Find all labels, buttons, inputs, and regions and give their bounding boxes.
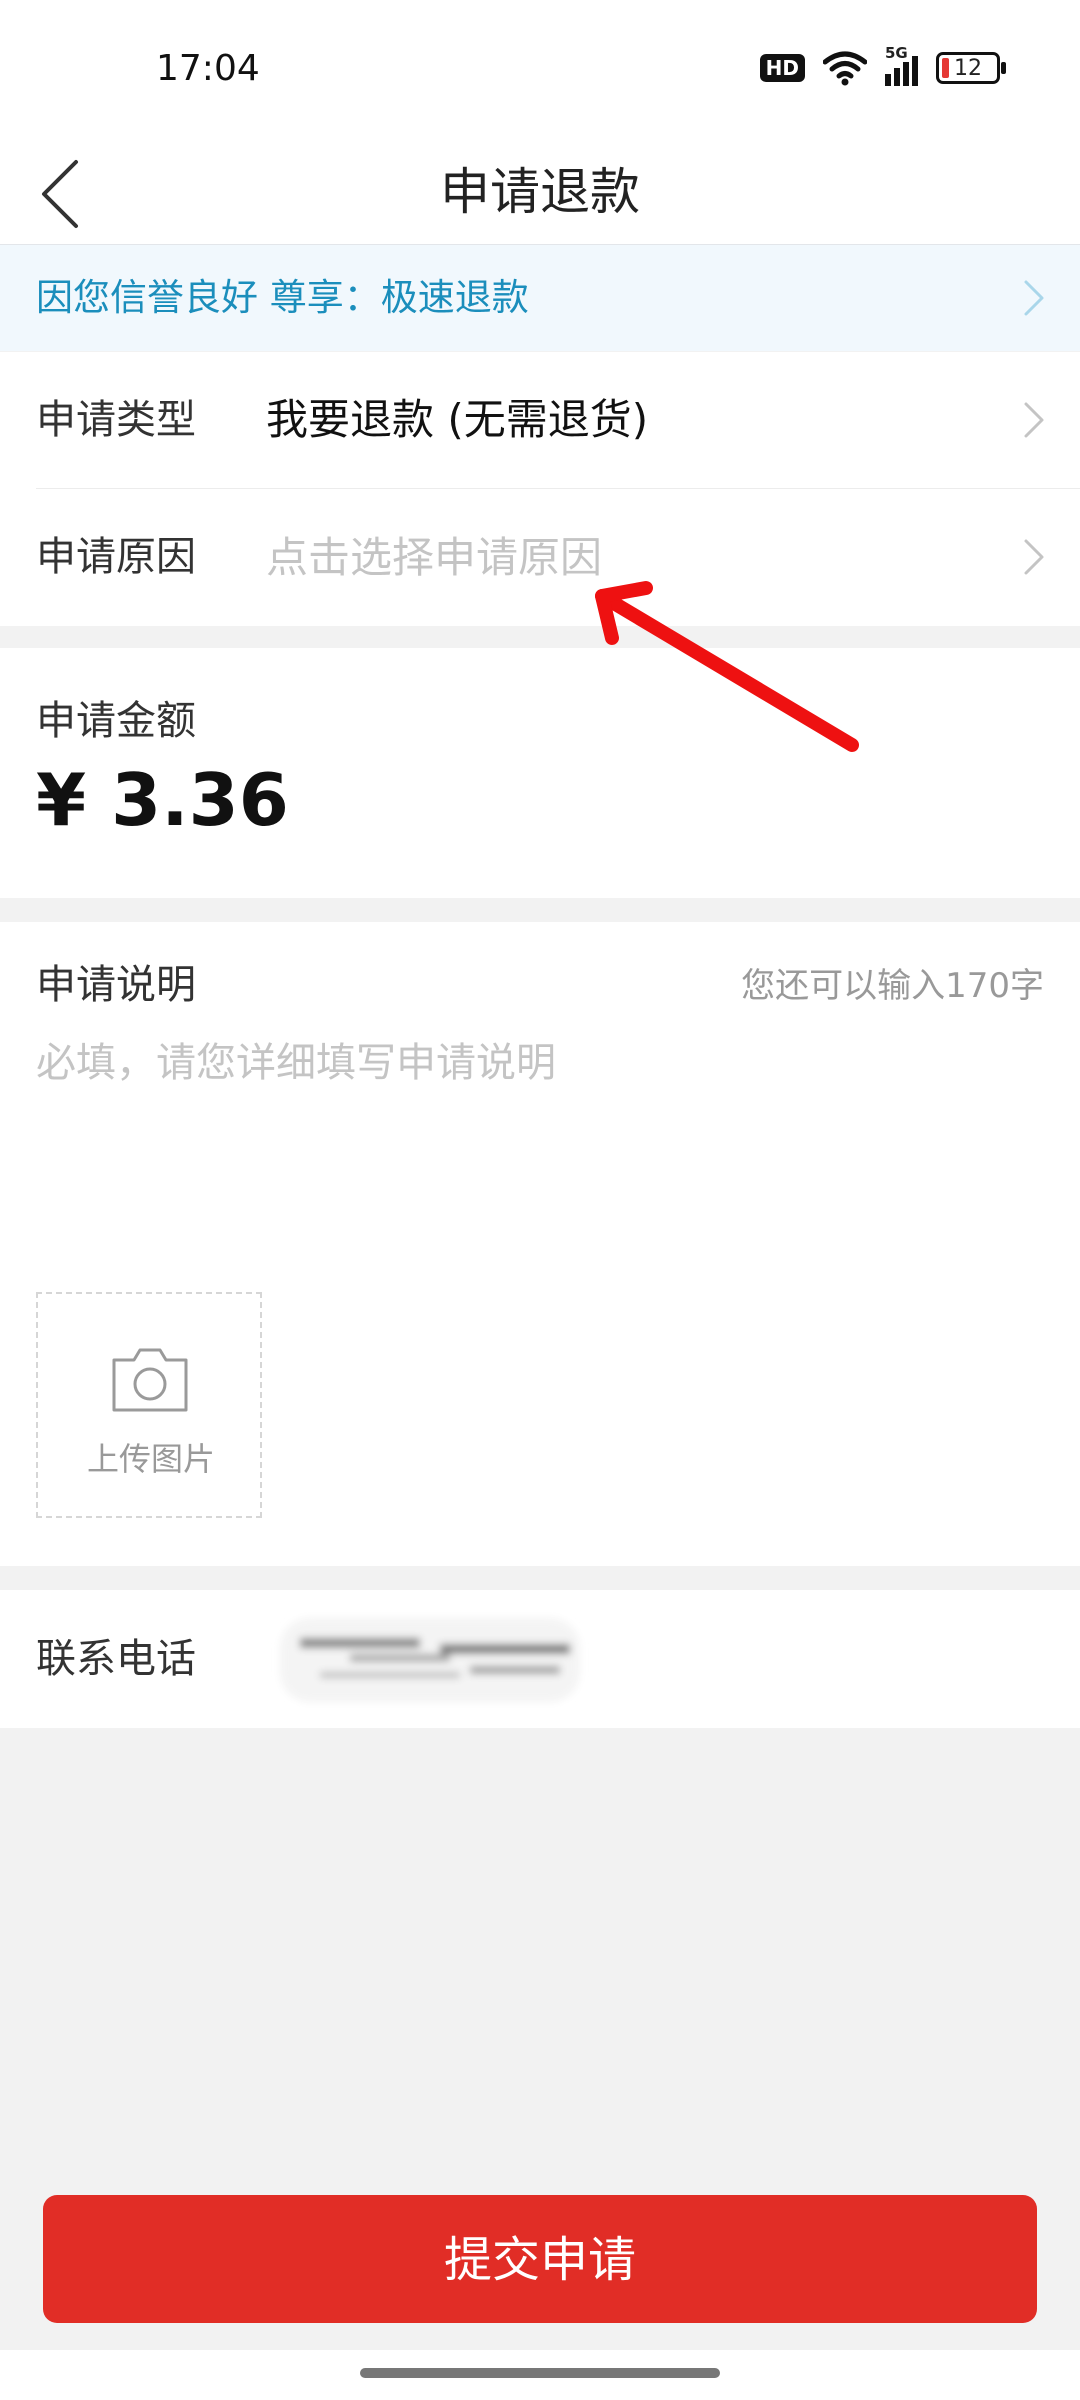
status-time: 17:04: [156, 48, 260, 89]
contact-section: 联系电话: [0, 1590, 1080, 1728]
request-reason-placeholder: 点击选择申请原因: [266, 533, 603, 582]
chevron-left-icon: [42, 160, 78, 228]
battery-icon: 12: [936, 52, 1006, 84]
request-type-value: 我要退款 (无需退货): [266, 395, 649, 444]
promo-banner[interactable]: 因您信誉良好 尊享：极速退款: [0, 245, 1080, 351]
home-indicator[interactable]: [360, 2368, 720, 2378]
upload-image-label: 上传图片: [86, 1440, 215, 1478]
wifi-icon: [823, 51, 867, 86]
nav-bar: 申请退款: [0, 140, 1080, 245]
description-input[interactable]: [36, 1030, 1036, 1180]
hd-icon: HD: [759, 54, 805, 82]
submit-button[interactable]: 提交申请: [43, 2195, 1037, 2323]
battery-level: 12: [954, 55, 982, 81]
status-icons: HD 5G 12: [759, 44, 1006, 86]
chevron-right-icon: [1024, 402, 1044, 438]
request-reason-label: 申请原因: [36, 534, 196, 580]
refund-amount-section: 申请金额 ¥ 3.36: [0, 648, 1080, 898]
promo-text: 因您信誉良好 尊享：极速退款: [36, 276, 529, 319]
phone-label: 联系电话: [36, 1636, 196, 1682]
signal-icon: 5G: [885, 44, 918, 86]
request-type-label: 申请类型: [36, 397, 196, 443]
camera-icon: [112, 1348, 188, 1412]
back-button[interactable]: [30, 140, 120, 244]
request-reason-row[interactable]: 申请原因 点击选择申请原因: [0, 489, 1080, 626]
upload-image-button[interactable]: 上传图片: [36, 1292, 262, 1518]
amount-label: 申请金额: [36, 698, 196, 744]
description-label: 申请说明: [36, 962, 196, 1008]
request-type-row[interactable]: 申请类型 我要退款 (无需退货): [0, 352, 1080, 488]
page-title: 申请退款: [440, 163, 640, 221]
redaction-smudge: [280, 1618, 580, 1702]
network-type: 5G: [885, 44, 908, 62]
annotation-arrow: [595, 581, 859, 752]
character-counter: 您还可以输入170字: [741, 966, 1044, 1006]
description-section: 申请说明 您还可以输入170字 上传图片: [0, 922, 1080, 1566]
request-options: 申请类型 我要退款 (无需退货) 申请原因 点击选择申请原因: [0, 352, 1080, 626]
chevron-right-icon: [1024, 280, 1044, 316]
status-bar: 17:04 HD 5G 12: [0, 0, 1080, 140]
chevron-right-icon: [1024, 539, 1044, 575]
amount-value: ¥ 3.36: [36, 758, 289, 842]
